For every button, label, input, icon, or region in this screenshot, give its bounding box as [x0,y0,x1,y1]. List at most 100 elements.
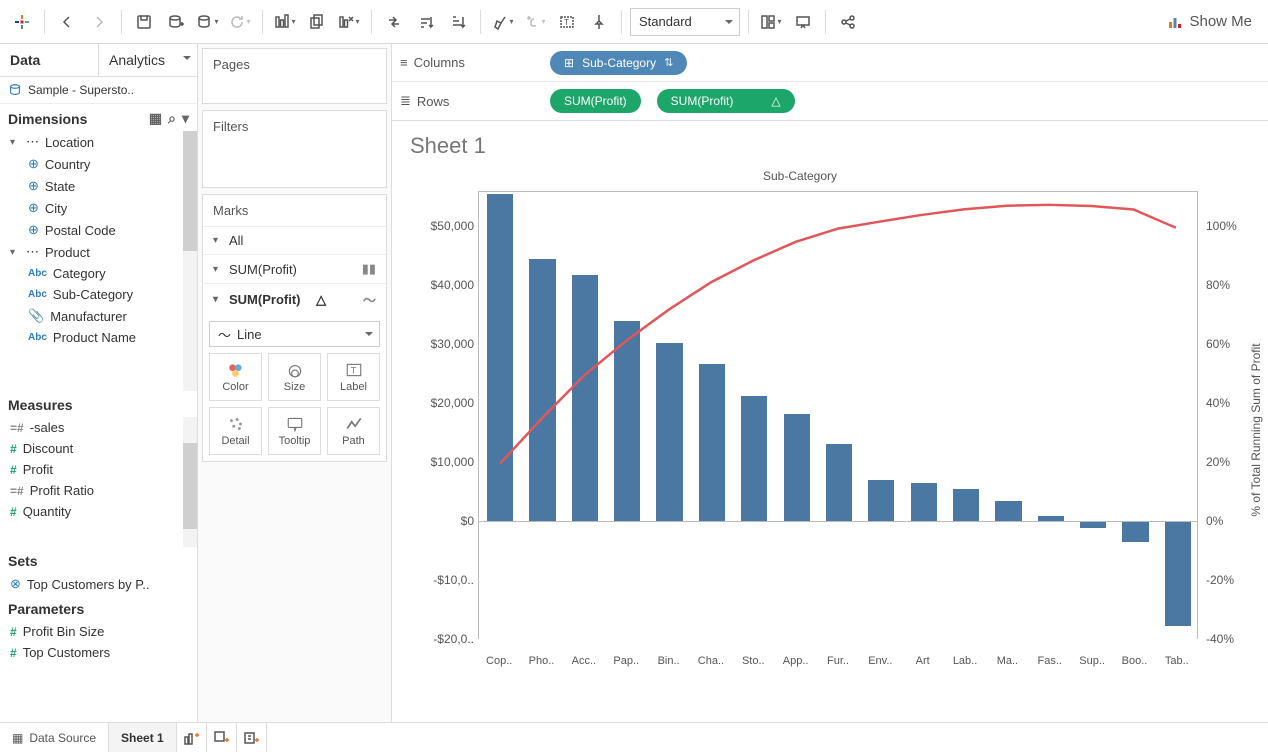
field-country[interactable]: ⊕Country [0,153,197,175]
save-button[interactable] [130,8,158,36]
x-tick: Art [916,655,930,667]
field-productname[interactable]: AbcProduct Name [0,327,197,348]
logo-icon[interactable] [8,8,36,36]
sort-desc-button[interactable] [444,8,472,36]
folder-location[interactable]: ▾⋯Location [0,131,197,153]
mark-type-select[interactable]: 〜Line [209,321,380,347]
datasource-tab[interactable]: ▦Data Source [0,723,109,752]
show-cards-button[interactable]: ▾ [757,8,785,36]
label-button[interactable]: T [553,8,581,36]
menu-icon[interactable]: ▾ [182,110,189,127]
field-negsales[interactable]: =#-sales [0,417,197,438]
folder-product[interactable]: ▾⋯Product [0,241,197,263]
field-subcategory[interactable]: AbcSub-Category [0,284,197,305]
y2-tick: -40% [1206,632,1262,646]
new-dashboard-tab[interactable] [207,723,237,752]
field-city[interactable]: ⊕City [0,197,197,219]
presentation-button[interactable] [789,8,817,36]
highlight-button[interactable]: ▾ [489,8,517,36]
x-tick: Cha.. [698,655,724,667]
share-button[interactable] [834,8,862,36]
dimensions-header: Dimensions ▦⌕▾ [0,104,197,131]
y2-axis-title: % of Total Running Sum of Profit [1249,343,1263,516]
tab-analytics[interactable]: Analytics [98,44,197,76]
field-profitratio[interactable]: =#Profit Ratio [0,480,197,501]
y1-tick: $40,000 [408,278,474,292]
marks-all[interactable]: ▾All [203,226,386,254]
refresh-button[interactable]: ▾ [226,8,254,36]
duplicate-sheet-button[interactable] [303,8,331,36]
card-detail[interactable]: Detail [209,407,262,455]
card-path[interactable]: Path [327,407,380,455]
sort-indicator-icon: ⇅ [664,56,673,69]
new-datasource-button[interactable] [162,8,190,36]
x-tick: Ma.. [997,655,1018,667]
field-profit[interactable]: #Profit [0,459,197,480]
pages-shelf[interactable]: Pages [203,49,386,80]
new-story-tab[interactable] [237,723,267,752]
pill-subcategory[interactable]: ⊞Sub-Category⇅ [550,51,687,75]
x-tick: Fas.. [1038,655,1062,667]
card-size[interactable]: Size [268,353,321,401]
y2-tick: 100% [1206,219,1262,233]
set-topcustomers[interactable]: ⊗Top Customers by P.. [0,573,197,595]
y1-tick: $50,000 [408,219,474,233]
field-state[interactable]: ⊕State [0,175,197,197]
new-worksheet-tab[interactable] [177,723,207,752]
field-discount[interactable]: #Discount [0,438,197,459]
param-profitbin[interactable]: #Profit Bin Size [0,621,197,642]
marks-sumprofit-1[interactable]: ▾SUM(Profit)▮▮ [203,254,386,283]
scrollbar-thumb[interactable] [183,443,197,529]
svg-text:T: T [350,365,356,375]
back-button[interactable] [53,8,81,36]
pill-sumprofit-1[interactable]: SUM(Profit) [550,89,641,113]
columns-shelf[interactable]: ≡Columns ⊞Sub-Category⇅ [392,44,1268,82]
field-manufacturer[interactable]: 📎Manufacturer [0,305,197,327]
sheet-tab-1[interactable]: Sheet 1 [109,723,177,752]
marks-sumprofit-2[interactable]: ▾SUM(Profit) △〜 [203,283,386,315]
pin-button[interactable] [585,8,613,36]
columns-icon: ≡ [400,55,408,70]
scrollbar-thumb[interactable] [183,131,197,251]
cards-pane: Pages Filters Marks ▾All ▾SUM(Profit)▮▮ … [198,44,392,722]
param-topcustomers[interactable]: #Top Customers [0,642,197,663]
swap-axes-button[interactable] [380,8,408,36]
clear-sheet-button[interactable]: ▾ [335,8,363,36]
datasource-row[interactable]: Sample - Supersto.. [0,77,197,104]
bar-type-icon: ▮▮ [362,261,376,277]
show-me-button[interactable]: Show Me [1159,9,1260,34]
x-tick: Fur.. [827,655,849,667]
card-label[interactable]: TLabel [327,353,380,401]
fit-select[interactable]: Standard [630,8,740,36]
sheet-title[interactable]: Sheet 1 [410,133,1252,159]
sort-asc-button[interactable] [412,8,440,36]
plot-area[interactable] [478,191,1198,639]
rows-icon: ≣ [400,93,411,109]
x-tick: Boo.. [1122,655,1148,667]
new-worksheet-button[interactable]: ▾ [271,8,299,36]
x-tick: Pap.. [613,655,639,667]
field-quantity[interactable]: #Quantity [0,501,197,522]
x-tick: Lab.. [953,655,977,667]
filters-shelf[interactable]: Filters [203,111,386,142]
field-category[interactable]: AbcCategory [0,263,197,284]
card-tooltip[interactable]: Tooltip [268,407,321,455]
group-button[interactable]: ▾ [521,8,549,36]
card-color[interactable]: Color [209,353,262,401]
pill-sumprofit-2[interactable]: SUM(Profit)△ [657,89,795,113]
search-icon[interactable]: ⌕ [168,110,176,127]
pause-updates-button[interactable]: ▾ [194,8,222,36]
chart[interactable]: Sub-Category $50,000$40,000$30,000$20,00… [408,167,1252,679]
tab-data[interactable]: Data [0,44,98,76]
y1-tick: $10,000 [408,455,474,469]
y1-tick: -$10,0.. [408,573,474,587]
x-tick: Pho.. [529,655,555,667]
main-toolbar: ▾ ▾ ▾ ▾ ▾ ▾ T Standard ▾ Show Me [0,0,1268,44]
rows-shelf[interactable]: ≣Rows SUM(Profit) SUM(Profit)△ [392,82,1268,120]
x-tick: Acc.. [572,655,596,667]
sets-header: Sets [0,547,197,573]
view-as-icon[interactable]: ▦ [149,110,162,127]
field-postalcode[interactable]: ⊕Postal Code [0,219,197,241]
forward-button[interactable] [85,8,113,36]
x-tick: Env.. [868,655,892,667]
